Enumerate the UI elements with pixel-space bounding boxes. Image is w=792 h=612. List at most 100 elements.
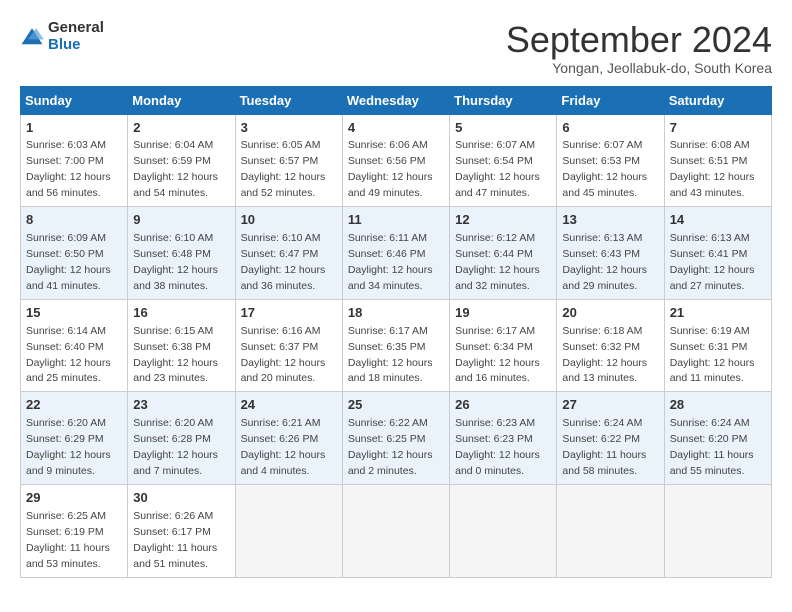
day-info: Sunrise: 6:10 AMSunset: 6:47 PMDaylight:…: [241, 232, 326, 292]
day-number: 18: [348, 304, 444, 323]
day-info: Sunrise: 6:13 AMSunset: 6:43 PMDaylight:…: [562, 232, 647, 292]
day-info: Sunrise: 6:04 AMSunset: 6:59 PMDaylight:…: [133, 139, 218, 199]
day-number: 25: [348, 396, 444, 415]
day-info: Sunrise: 6:06 AMSunset: 6:56 PMDaylight:…: [348, 139, 433, 199]
logo-blue: Blue: [48, 37, 104, 54]
table-row: 14Sunrise: 6:13 AMSunset: 6:41 PMDayligh…: [664, 207, 771, 300]
logo: General Blue: [20, 20, 104, 53]
day-number: 17: [241, 304, 337, 323]
day-number: 13: [562, 211, 658, 230]
day-number: 29: [26, 489, 122, 508]
logo-text: General Blue: [48, 20, 104, 53]
day-info: Sunrise: 6:20 AMSunset: 6:29 PMDaylight:…: [26, 417, 111, 477]
calendar-week-row: 1Sunrise: 6:03 AMSunset: 7:00 PMDaylight…: [21, 114, 772, 207]
day-info: Sunrise: 6:03 AMSunset: 7:00 PMDaylight:…: [26, 139, 111, 199]
table-row: [342, 484, 449, 577]
calendar-table: Sunday Monday Tuesday Wednesday Thursday…: [20, 86, 772, 578]
day-info: Sunrise: 6:20 AMSunset: 6:28 PMDaylight:…: [133, 417, 218, 477]
table-row: 13 Sunrise: 6:13 AMSunset: 6:43 PMDayligh…: [557, 207, 664, 300]
day-info: Sunrise: 6:13 AMSunset: 6:41 PMDaylight:…: [670, 232, 755, 292]
day-number: 4: [348, 119, 444, 138]
day-info: Sunrise: 6:11 AMSunset: 6:46 PMDaylight:…: [348, 232, 433, 292]
table-row: 2Sunrise: 6:04 AMSunset: 6:59 PMDaylight…: [128, 114, 235, 207]
header-monday: Monday: [128, 86, 235, 114]
day-number: 12: [455, 211, 551, 230]
table-row: [235, 484, 342, 577]
calendar-header-row: Sunday Monday Tuesday Wednesday Thursday…: [21, 86, 772, 114]
day-number: 11: [348, 211, 444, 230]
day-info: Sunrise: 6:12 AMSunset: 6:44 PMDaylight:…: [455, 232, 540, 292]
header-thursday: Thursday: [450, 86, 557, 114]
table-row: 17Sunrise: 6:16 AMSunset: 6:37 PMDayligh…: [235, 299, 342, 392]
day-number: 5: [455, 119, 551, 138]
day-number: 30: [133, 489, 229, 508]
day-number: 16: [133, 304, 229, 323]
table-row: 7Sunrise: 6:08 AMSunset: 6:51 PMDaylight…: [664, 114, 771, 207]
header-friday: Friday: [557, 86, 664, 114]
table-row: 22 Sunrise: 6:20 AMSunset: 6:29 PMDayligh…: [21, 392, 128, 485]
table-row: 10 Sunrise: 6:10 AMSunset: 6:47 PMDayligh…: [235, 207, 342, 300]
day-info: Sunrise: 6:15 AMSunset: 6:38 PMDaylight:…: [133, 325, 218, 385]
day-number: 20: [562, 304, 658, 323]
day-number: 23: [133, 396, 229, 415]
day-info: Sunrise: 6:10 AMSunset: 6:48 PMDaylight:…: [133, 232, 218, 292]
day-info: Sunrise: 6:07 AMSunset: 6:53 PMDaylight:…: [562, 139, 647, 199]
table-row: 5Sunrise: 6:07 AMSunset: 6:54 PMDaylight…: [450, 114, 557, 207]
table-row: 21Sunrise: 6:19 AMSunset: 6:31 PMDayligh…: [664, 299, 771, 392]
day-number: 9: [133, 211, 229, 230]
day-info: Sunrise: 6:07 AMSunset: 6:54 PMDaylight:…: [455, 139, 540, 199]
header-tuesday: Tuesday: [235, 86, 342, 114]
table-row: [557, 484, 664, 577]
day-number: 28: [670, 396, 766, 415]
table-row: 9 Sunrise: 6:10 AMSunset: 6:48 PMDaylight…: [128, 207, 235, 300]
table-row: [450, 484, 557, 577]
logo-general: General: [48, 20, 104, 37]
day-info: Sunrise: 6:09 AMSunset: 6:50 PMDaylight:…: [26, 232, 111, 292]
month-title: September 2024: [506, 20, 772, 60]
table-row: 27 Sunrise: 6:24 AMSunset: 6:22 PMDayligh…: [557, 392, 664, 485]
day-info: Sunrise: 6:21 AMSunset: 6:26 PMDaylight:…: [241, 417, 326, 477]
day-number: 8: [26, 211, 122, 230]
table-row: 15Sunrise: 6:14 AMSunset: 6:40 PMDayligh…: [21, 299, 128, 392]
day-number: 24: [241, 396, 337, 415]
table-row: 25 Sunrise: 6:22 AMSunset: 6:25 PMDayligh…: [342, 392, 449, 485]
table-row: 20 Sunrise: 6:18 AMSunset: 6:32 PMDayligh…: [557, 299, 664, 392]
day-number: 3: [241, 119, 337, 138]
day-info: Sunrise: 6:24 AMSunset: 6:20 PMDaylight:…: [670, 417, 754, 477]
day-number: 27: [562, 396, 658, 415]
day-number: 22: [26, 396, 122, 415]
day-info: Sunrise: 6:17 AMSunset: 6:34 PMDaylight:…: [455, 325, 540, 385]
table-row: 29Sunrise: 6:25 AMSunset: 6:19 PMDayligh…: [21, 484, 128, 577]
table-row: 24 Sunrise: 6:21 AMSunset: 6:26 PMDayligh…: [235, 392, 342, 485]
table-row: 18Sunrise: 6:17 AMSunset: 6:35 PMDayligh…: [342, 299, 449, 392]
header-sunday: Sunday: [21, 86, 128, 114]
calendar-week-row: 22 Sunrise: 6:20 AMSunset: 6:29 PMDayligh…: [21, 392, 772, 485]
table-row: 28 Sunrise: 6:24 AMSunset: 6:20 PMDayligh…: [664, 392, 771, 485]
title-block: September 2024 Yongan, Jeollabuk-do, Sou…: [506, 20, 772, 76]
day-number: 1: [26, 119, 122, 138]
day-number: 21: [670, 304, 766, 323]
day-number: 26: [455, 396, 551, 415]
table-row: 6Sunrise: 6:07 AMSunset: 6:53 PMDaylight…: [557, 114, 664, 207]
page-header: General Blue September 2024 Yongan, Jeol…: [20, 20, 772, 76]
day-info: Sunrise: 6:23 AMSunset: 6:23 PMDaylight:…: [455, 417, 540, 477]
calendar-week-row: 29Sunrise: 6:25 AMSunset: 6:19 PMDayligh…: [21, 484, 772, 577]
day-number: 2: [133, 119, 229, 138]
day-info: Sunrise: 6:14 AMSunset: 6:40 PMDaylight:…: [26, 325, 111, 385]
day-info: Sunrise: 6:18 AMSunset: 6:32 PMDaylight:…: [562, 325, 647, 385]
table-row: 1Sunrise: 6:03 AMSunset: 7:00 PMDaylight…: [21, 114, 128, 207]
table-row: 26 Sunrise: 6:23 AMSunset: 6:23 PMDayligh…: [450, 392, 557, 485]
table-row: 8 Sunrise: 6:09 AMSunset: 6:50 PMDaylight…: [21, 207, 128, 300]
header-wednesday: Wednesday: [342, 86, 449, 114]
table-row: 19Sunrise: 6:17 AMSunset: 6:34 PMDayligh…: [450, 299, 557, 392]
calendar-week-row: 15Sunrise: 6:14 AMSunset: 6:40 PMDayligh…: [21, 299, 772, 392]
table-row: 16 Sunrise: 6:15 AMSunset: 6:38 PMDayligh…: [128, 299, 235, 392]
day-number: 7: [670, 119, 766, 138]
table-row: 4Sunrise: 6:06 AMSunset: 6:56 PMDaylight…: [342, 114, 449, 207]
table-row: 11 Sunrise: 6:11 AMSunset: 6:46 PMDayligh…: [342, 207, 449, 300]
header-saturday: Saturday: [664, 86, 771, 114]
day-number: 6: [562, 119, 658, 138]
day-info: Sunrise: 6:22 AMSunset: 6:25 PMDaylight:…: [348, 417, 433, 477]
day-number: 10: [241, 211, 337, 230]
day-info: Sunrise: 6:24 AMSunset: 6:22 PMDaylight:…: [562, 417, 646, 477]
